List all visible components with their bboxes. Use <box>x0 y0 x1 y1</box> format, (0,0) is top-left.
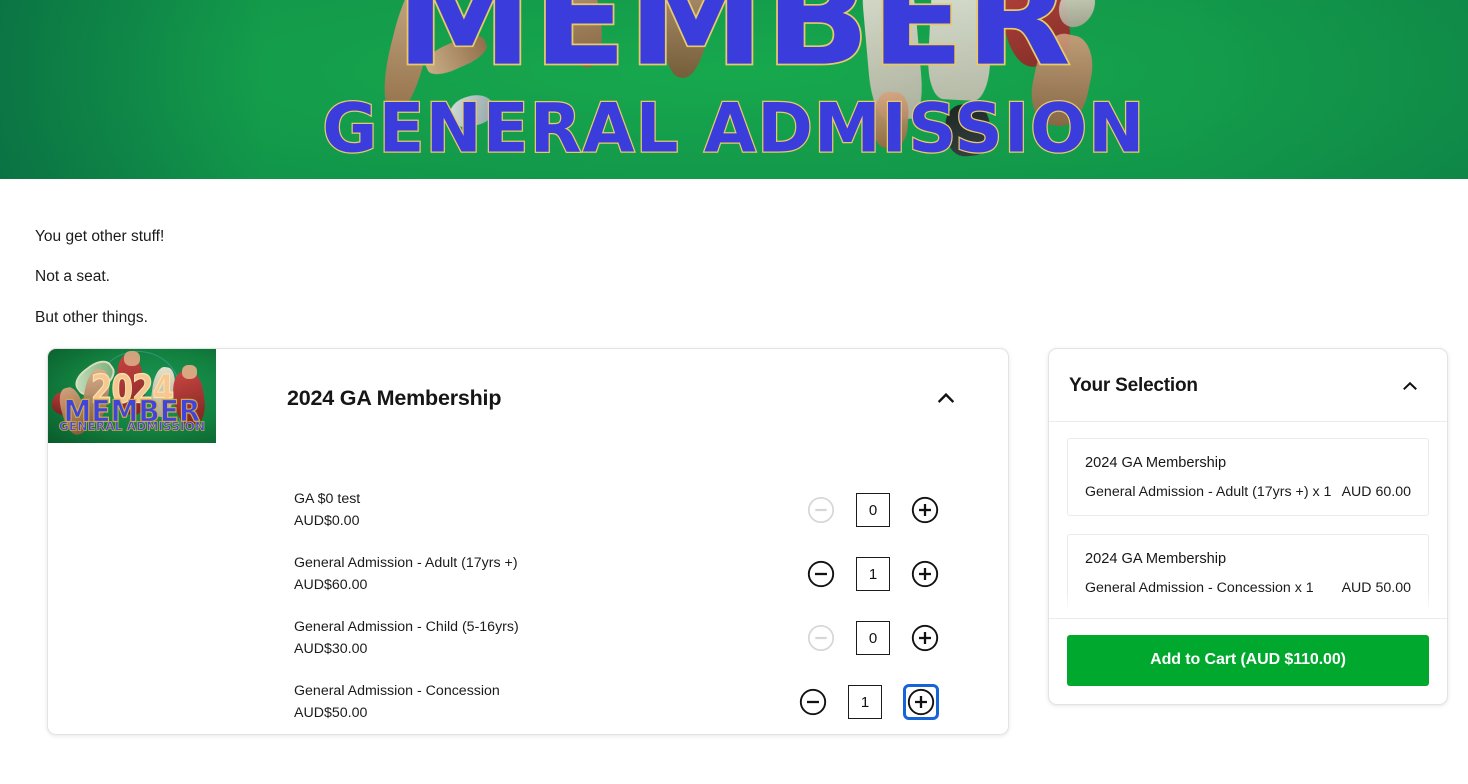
ticket-info: General Admission - Adult (17yrs +) AUD$… <box>294 552 807 596</box>
selection-items[interactable]: 2024 GA Membership General Admission - A… <box>1049 422 1447 619</box>
ticket-price: AUD$60.00 <box>294 577 368 594</box>
hero-vignette <box>0 0 1468 179</box>
quantity-input[interactable] <box>856 621 890 656</box>
selection-item-amount: AUD 60.00 <box>1341 484 1411 501</box>
increase-quantity-focus-ring <box>903 684 939 721</box>
ticket-row: GA $0 test AUD$0.00 <box>48 478 1008 542</box>
plus-circle-icon <box>907 688 935 716</box>
selection-footer: Add to Cart (AUD $110.00) <box>1049 618 1447 704</box>
selection-header: Your Selection <box>1049 349 1447 423</box>
quantity-input[interactable] <box>856 557 890 592</box>
ticket-price: AUD$50.00 <box>294 705 368 722</box>
product-header: 2024 MEMBER GENERAL ADMISSION 2024 GA Me… <box>48 349 1008 444</box>
selection-item-detail: General Admission - Concession x 1 AUD 5… <box>1085 580 1411 596</box>
thumbnail-figure <box>124 351 140 367</box>
product-thumbnail: 2024 MEMBER GENERAL ADMISSION <box>48 349 216 444</box>
quantity-input[interactable] <box>848 685 882 720</box>
increase-quantity-button[interactable] <box>911 624 939 652</box>
ticket-row: General Admission - Child (5-16yrs) AUD$… <box>48 606 1008 670</box>
selection-item-title: 2024 GA Membership <box>1085 455 1227 472</box>
quantity-stepper <box>799 684 939 721</box>
increase-quantity-button[interactable] <box>907 688 935 716</box>
decrease-quantity-button[interactable] <box>807 560 835 588</box>
selection-item-description: General Admission - Concession x 1 <box>1085 580 1314 597</box>
decrease-quantity-button[interactable] <box>807 496 835 524</box>
intro-description: You get other stuff! Not a seat. But oth… <box>0 179 1468 327</box>
ticket-info: General Admission - Child (5-16yrs) AUD$… <box>294 616 807 660</box>
product-collapse-toggle[interactable] <box>928 380 964 416</box>
ticket-row: General Admission - Concession AUD$50.00 <box>48 670 1008 734</box>
product-card: 2024 MEMBER GENERAL ADMISSION 2024 GA Me… <box>47 348 1009 736</box>
chevron-up-icon <box>937 393 955 404</box>
product-title-row: 2024 GA Membership <box>216 349 1008 416</box>
selection-item-detail: General Admission - Adult (17yrs +) x 1 … <box>1085 484 1411 500</box>
plus-circle-icon <box>911 624 939 652</box>
decrease-quantity-button[interactable] <box>807 624 835 652</box>
ticket-price: AUD$30.00 <box>294 641 368 658</box>
intro-line-2: Not a seat. <box>35 268 110 286</box>
quantity-input[interactable] <box>856 493 890 528</box>
selection-title: Your Selection <box>1069 375 1198 397</box>
quantity-stepper <box>807 621 939 656</box>
minus-circle-icon <box>799 688 827 716</box>
ticket-type-list: GA $0 test AUD$0.00 0 General Admission … <box>48 443 1008 734</box>
increase-quantity-button[interactable] <box>911 560 939 588</box>
product-title: 2024 GA Membership <box>287 385 502 410</box>
minus-circle-icon <box>807 625 835 652</box>
quantity-stepper <box>807 557 939 592</box>
decrease-quantity-button[interactable] <box>799 688 827 716</box>
minus-circle-icon <box>807 560 835 588</box>
ticket-price: AUD$0.00 <box>294 513 360 530</box>
ticket-name: General Admission - Adult (17yrs +) <box>294 555 518 572</box>
selection-collapse-toggle[interactable] <box>1393 369 1427 403</box>
quantity-stepper <box>807 493 939 528</box>
thumbnail-subtitle-text: GENERAL ADMISSION <box>58 420 206 435</box>
plus-circle-icon <box>911 496 939 524</box>
selection-item-title: 2024 GA Membership <box>1085 551 1227 568</box>
list-item: 2024 GA Membership General Admission - A… <box>1067 438 1429 517</box>
ticket-info: General Admission - Concession AUD$50.00 <box>294 680 799 724</box>
ticket-row: General Admission - Adult (17yrs +) AUD$… <box>48 542 1008 606</box>
add-to-cart-button[interactable]: Add to Cart (AUD $110.00) <box>1067 635 1429 687</box>
increase-quantity-button[interactable] <box>911 496 939 524</box>
list-item: 2024 GA Membership General Admission - C… <box>1067 534 1429 613</box>
ticket-name: GA $0 test <box>294 491 361 508</box>
ticket-info: GA $0 test AUD$0.00 <box>294 488 807 532</box>
minus-circle-icon <box>807 497 835 524</box>
selection-item-description: General Admission - Adult (17yrs +) x 1 <box>1085 484 1332 501</box>
selection-panel: Your Selection 2024 GA Membership Genera… <box>1048 348 1448 706</box>
intro-line-3: But other things. <box>35 308 148 326</box>
ticket-name: General Admission - Concession <box>294 683 500 700</box>
intro-line-1: You get other stuff! <box>35 228 165 245</box>
plus-circle-icon <box>911 560 939 588</box>
chevron-up-icon <box>1403 381 1417 391</box>
hero-banner: MEMBER GENERAL ADMISSION <box>0 0 1468 179</box>
main-content: 2024 MEMBER GENERAL ADMISSION 2024 GA Me… <box>0 348 1468 736</box>
ticket-name: General Admission - Child (5-16yrs) <box>294 619 519 636</box>
selection-item-amount: AUD 50.00 <box>1341 580 1411 597</box>
